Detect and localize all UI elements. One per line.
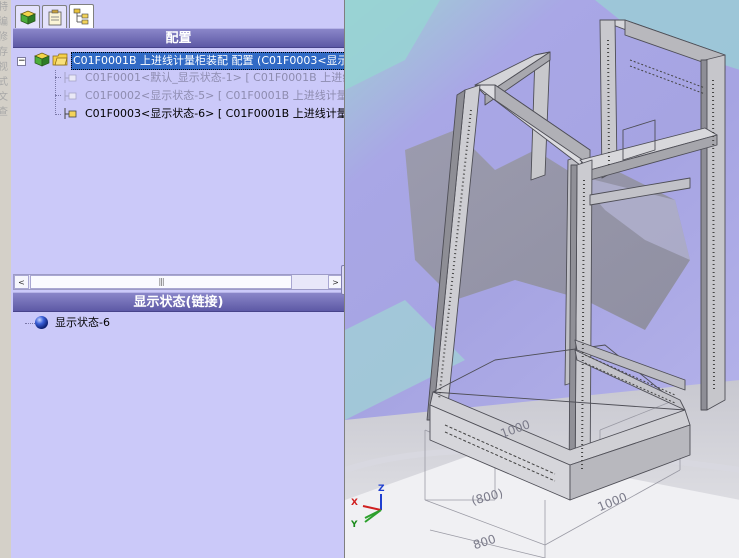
strip-glyph: 文 xyxy=(0,92,8,103)
collapsed-tab-strip: 特 编 修 存 视 式 文 查 xyxy=(0,0,11,180)
viewport-scene xyxy=(345,0,739,558)
chevron-left-icon: < xyxy=(18,277,25,287)
chevron-right-icon: > xyxy=(332,277,339,287)
triad-y-label: Y xyxy=(351,520,358,530)
strip-glyph: 视 xyxy=(0,62,8,73)
scrollbar-thumb[interactable]: ||| xyxy=(30,275,292,289)
configuration-manager-panel: 配置 C01F0001B 上进线计量柜装配 配置 (C01F0003<显示状 C… xyxy=(11,0,344,558)
grip-icon: ||| xyxy=(158,277,164,286)
tree-root-label: C01F0001B 上进线计量柜装配 配置 (C01F0003<显示状 xyxy=(71,52,344,70)
tree-item-label: C01F0001<默认_显示状态-1> [ C01F0001B 上进线计 xyxy=(85,71,344,84)
config-grey-icon xyxy=(64,90,77,101)
tree-horizontal-scrollbar[interactable]: < ||| > xyxy=(13,274,344,290)
scroll-left-button[interactable]: < xyxy=(14,275,29,289)
strip-glyph: 修 xyxy=(0,32,8,43)
tab-configuration-manager[interactable] xyxy=(69,4,94,28)
manager-tabs xyxy=(11,0,344,28)
strip-glyph: 存 xyxy=(0,47,8,58)
display-state-sphere-icon xyxy=(35,316,48,329)
feature-manager-icon xyxy=(19,10,36,25)
display-state-label: 显示状态-6 xyxy=(55,316,110,329)
config-grey-icon xyxy=(64,72,77,83)
strip-glyph: 编 xyxy=(0,17,8,28)
collapse-toggle-icon[interactable]: − xyxy=(17,57,26,66)
strip-glyph: 特 xyxy=(0,2,8,13)
configurations-folder-icon xyxy=(52,53,68,66)
tab-feature-manager[interactable] xyxy=(15,5,40,28)
display-state-section-header: 显示状态(链接) xyxy=(13,292,344,312)
configuration-manager-icon xyxy=(73,8,88,25)
tab-property-manager[interactable] xyxy=(42,5,67,28)
configuration-tree: C01F0001B 上进线计量柜装配 配置 (C01F0003<显示状 C01F… xyxy=(13,50,344,272)
config-section-header: 配置 xyxy=(13,28,344,48)
property-manager-icon xyxy=(48,9,61,25)
tree-item-label: C01F0002<显示状态-5> [ C01F0001B 上进线计量柜装 xyxy=(85,89,344,102)
strip-glyph: 式 xyxy=(0,77,8,88)
assembly-icon xyxy=(34,52,50,67)
tree-item-label: C01F0003<显示状态-6> [ C01F0001B 上进线计量柜装 xyxy=(85,107,344,120)
strip-glyph: 查 xyxy=(0,107,8,118)
graphics-viewport[interactable]: 1000 (800) 1000 800 X Y Z xyxy=(344,0,739,558)
triad-x-label: X xyxy=(351,498,358,508)
config-active-icon xyxy=(64,108,77,119)
triad-z-label: Z xyxy=(378,484,385,494)
display-state-list: 显示状态-6 xyxy=(13,314,344,558)
